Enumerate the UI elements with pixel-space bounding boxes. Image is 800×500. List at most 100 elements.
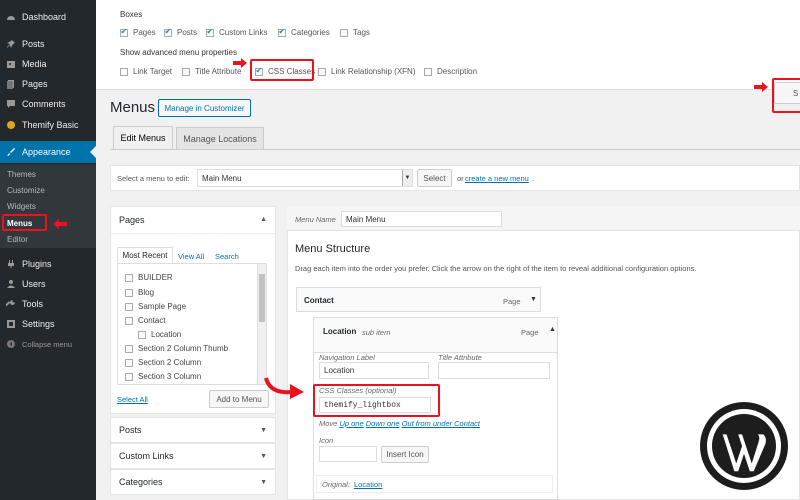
list-item[interactable]: Section 3 Column	[125, 372, 201, 381]
checkbox-description[interactable]: Description	[424, 67, 477, 76]
navigation-label-label: Navigation Label	[319, 353, 375, 362]
original-row: Original: Location	[316, 475, 553, 493]
sidebar-item-appearance[interactable]: Appearance	[0, 141, 96, 163]
scrollbar-thumb[interactable]	[259, 274, 265, 322]
menu-structure-title: Menu Structure	[295, 243, 371, 255]
divider	[111, 233, 275, 234]
checkbox-box[interactable]	[125, 273, 133, 282]
checkbox-box[interactable]	[424, 67, 432, 76]
list-item-label: BUILDER	[138, 273, 173, 282]
pages-icon	[6, 79, 16, 89]
accordion-categories[interactable]: Categories ▼	[110, 469, 276, 495]
dashboard-icon	[6, 12, 16, 22]
tab-edit-menus[interactable]: Edit Menus	[113, 126, 173, 149]
list-item-label: Section 2 Column	[138, 358, 202, 367]
checkbox-categories[interactable]: Categories	[278, 27, 330, 37]
checkbox-box[interactable]	[125, 316, 133, 325]
accordion-label: Posts	[119, 425, 142, 435]
checkbox-pages[interactable]: Pages	[120, 27, 156, 37]
checkbox-label: Posts	[177, 28, 198, 37]
checkbox-box[interactable]	[340, 28, 348, 37]
list-item[interactable]: Section 2 Column Thumb	[125, 344, 228, 353]
checkbox-custom-links[interactable]: Custom Links	[206, 27, 267, 37]
checkbox-box[interactable]	[164, 27, 172, 37]
insert-icon-button[interactable]: Insert Icon	[381, 446, 429, 463]
icon-input[interactable]	[319, 446, 377, 462]
chevron-up-icon[interactable]: ▲	[260, 216, 267, 223]
pages-list-scrollbar[interactable]	[257, 264, 266, 384]
sidebar-item-settings[interactable]: Settings	[0, 315, 96, 333]
pages-tab-search[interactable]: Search	[215, 252, 239, 261]
submenu-editor[interactable]: Editor	[7, 235, 28, 244]
checkbox-box[interactable]	[182, 67, 190, 76]
list-item[interactable]: Section 2 Column	[125, 358, 201, 367]
checkbox-link-relationship[interactable]: Link Relationship (XFN)	[318, 67, 415, 76]
list-item-label: Section 3 Column	[138, 372, 202, 381]
accordion-custom-links[interactable]: Custom Links ▼	[110, 443, 276, 469]
chevron-down-icon: ▼	[260, 478, 267, 486]
sidebar-item-themify[interactable]: Themify Basic	[0, 116, 96, 134]
accordion-posts[interactable]: Posts ▼	[110, 417, 276, 443]
sidebar-item-label: Appearance	[22, 147, 71, 157]
checkbox-box[interactable]	[125, 344, 133, 353]
menu-name-input[interactable]: Main Menu	[341, 211, 502, 227]
checkbox-posts[interactable]: Posts	[164, 27, 198, 37]
collapse-menu-button[interactable]: Collapse menu	[0, 335, 96, 353]
menu-select[interactable]: Main Menu ▼	[197, 169, 413, 187]
menu-name-value: Main Menu	[346, 214, 386, 224]
sidebar-item-label: Posts	[22, 39, 45, 49]
checkbox-box[interactable]	[206, 27, 214, 37]
move-down-link[interactable]: Down one	[366, 419, 400, 428]
chevron-down-icon[interactable]: ▼	[530, 296, 537, 303]
title-attribute-input[interactable]	[438, 362, 550, 379]
manage-in-customizer-button[interactable]: Manage in Customizer	[158, 99, 251, 117]
select-button[interactable]: Select	[417, 169, 452, 187]
checkbox-box[interactable]	[125, 372, 133, 381]
submenu-customize[interactable]: Customize	[7, 186, 45, 195]
tab-manage-locations[interactable]: Manage Locations	[176, 127, 264, 149]
highlight-css-classes-box	[250, 59, 314, 81]
media-icon	[6, 59, 16, 69]
checkbox-box[interactable]	[138, 330, 146, 339]
checkbox-tags[interactable]: Tags	[340, 28, 370, 37]
sidebar-item-comments[interactable]: Comments	[0, 95, 96, 113]
list-item[interactable]: Sample Page	[125, 302, 186, 311]
list-item-label: Sample Page	[138, 302, 187, 311]
sidebar-item-media[interactable]: Media	[0, 55, 96, 73]
list-item[interactable]: Blog	[125, 288, 154, 297]
checkbox-box[interactable]	[120, 27, 128, 37]
menu-item-location[interactable]: Location sub item Page ▲	[313, 317, 558, 353]
checkbox-box[interactable]	[125, 302, 133, 311]
sidebar-item-users[interactable]: Users	[0, 275, 96, 293]
original-link[interactable]: Location	[354, 480, 382, 489]
checkbox-box[interactable]	[278, 27, 286, 37]
sidebar-item-plugins[interactable]: Plugins	[0, 255, 96, 273]
pages-tab-view-all[interactable]: View All	[178, 252, 204, 261]
add-to-menu-button[interactable]: Add to Menu	[209, 390, 269, 408]
sidebar-item-pages[interactable]: Pages	[0, 75, 96, 93]
navigation-label-input[interactable]: Location	[319, 362, 429, 379]
accordion-label: Custom Links	[119, 451, 174, 461]
select-all-link[interactable]: Select All	[117, 395, 148, 404]
checkbox-title-attribute[interactable]: Title Attribute	[182, 67, 241, 76]
move-out-link[interactable]: Out from under Contact	[402, 419, 480, 428]
list-item-label: Blog	[138, 288, 155, 297]
checkbox-link-target[interactable]: Link Target	[120, 67, 172, 76]
chevron-up-icon[interactable]: ▲	[549, 326, 556, 333]
checkbox-box[interactable]	[125, 358, 133, 367]
pages-tab-most-recent[interactable]: Most Recent	[117, 247, 173, 263]
move-up-link[interactable]: Up one	[339, 419, 363, 428]
sidebar-item-posts[interactable]: Posts	[0, 35, 96, 53]
sidebar-item-dashboard[interactable]: Dashboard	[0, 8, 96, 26]
submenu-widgets[interactable]: Widgets	[7, 202, 36, 211]
list-item[interactable]: Contact	[125, 316, 166, 325]
list-item[interactable]: Location	[138, 330, 181, 339]
checkbox-box[interactable]	[318, 67, 326, 76]
checkbox-box[interactable]	[120, 67, 128, 76]
submenu-themes[interactable]: Themes	[7, 170, 36, 179]
sidebar-item-tools[interactable]: Tools	[0, 295, 96, 313]
checkbox-box[interactable]	[125, 288, 133, 297]
list-item[interactable]: BUILDER	[125, 273, 173, 282]
create-new-menu-link[interactable]: create a new menu	[465, 174, 529, 183]
menu-item-contact[interactable]: Contact Page ▼	[296, 287, 541, 312]
